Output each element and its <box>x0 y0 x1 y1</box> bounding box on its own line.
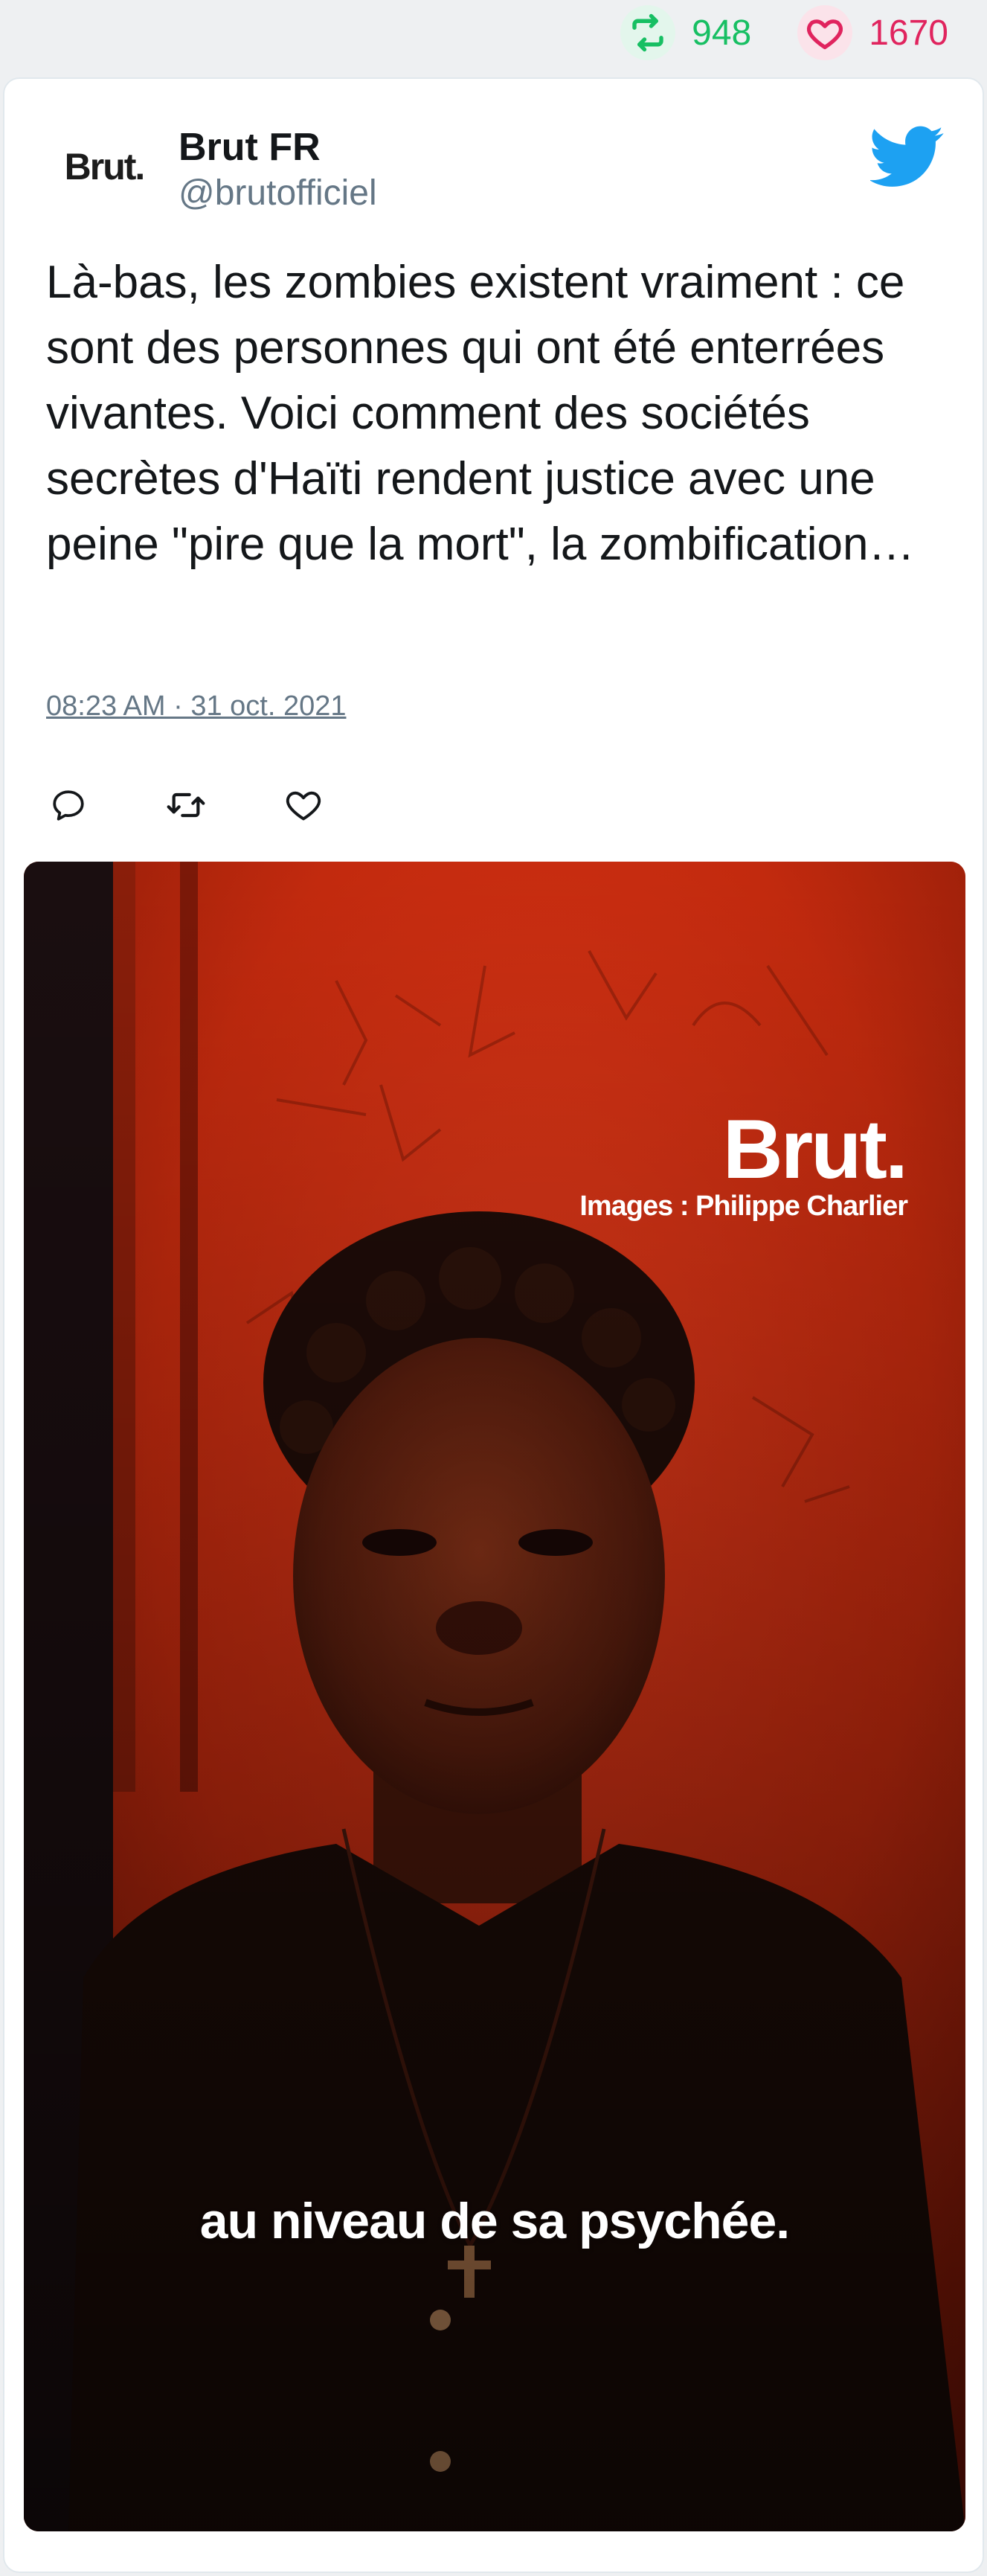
reply-icon[interactable] <box>46 783 91 827</box>
tweet-actions <box>46 775 326 835</box>
like-count[interactable]: 1670 <box>797 5 948 60</box>
video-brand-logo: Brut. <box>722 1103 908 1196</box>
retweet-count[interactable]: 948 <box>620 5 751 60</box>
heart-icon <box>797 5 853 60</box>
tweet-timestamp[interactable]: 08:23 AM · 31 oct. 2021 <box>46 691 347 723</box>
like-count-value: 1670 <box>869 13 948 53</box>
retweet-count-value: 948 <box>692 13 752 53</box>
tweet-video-thumbnail[interactable]: Brut. Images : Philippe Charlier au nive… <box>24 862 965 2531</box>
avatar[interactable]: Brut. <box>45 129 164 204</box>
video-subtitle: au niveau de sa psychée. <box>199 2193 790 2249</box>
twitter-bird-icon[interactable] <box>870 119 945 193</box>
tweet-author: Brut. Brut FR @brutofficiel <box>45 119 945 216</box>
retweet-icon[interactable] <box>164 783 208 827</box>
tweet-text: Là-bas, les zombies existent vraiment : … <box>46 257 915 570</box>
author-name[interactable]: Brut FR <box>179 125 321 170</box>
video-credit: Images : Philippe Charlier <box>579 1191 908 1222</box>
tweet-card: Brut. Brut FR @brutofficiel Là-bas, les … <box>3 77 984 2573</box>
engagement-stats: 948 1670 <box>0 0 987 65</box>
author-handle[interactable]: @brutofficiel <box>179 173 377 214</box>
retweet-icon <box>620 5 676 60</box>
like-icon[interactable] <box>281 783 326 827</box>
